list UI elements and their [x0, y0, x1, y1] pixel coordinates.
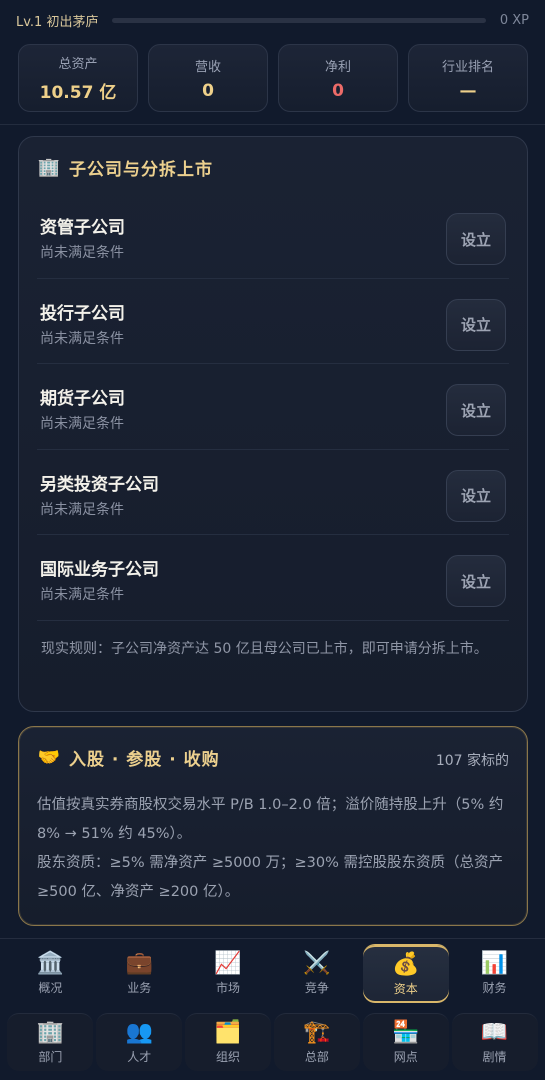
construction-icon: 🏗️	[303, 1019, 331, 1045]
xp-progress-bar	[112, 17, 486, 23]
subsidiary-status: 尚未满足条件	[40, 330, 124, 347]
valuation-text: 估值按真实券商股权交易水平 P/B 1.0–2.0 倍；溢价随持股上升（5% 约…	[37, 797, 504, 842]
subsidiary-row-international: 国际业务子公司 尚未满足条件 设立	[37, 535, 509, 621]
establish-button[interactable]: 设立	[446, 384, 506, 436]
stats-row: 总资产 10.57 亿 营收 0 净利 0 行业排名 —	[18, 44, 528, 112]
briefcase-icon: 💼	[125, 951, 153, 976]
stat-total-assets: 总资产 10.57 亿	[18, 44, 138, 112]
subsidiary-status: 尚未满足条件	[40, 587, 124, 603]
establish-button[interactable]: 设立	[446, 298, 506, 351]
nav-label: 网点	[393, 1049, 418, 1064]
people-icon: 👥	[125, 1019, 153, 1045]
stat-value: —	[459, 80, 477, 101]
building-icon: 🏢	[37, 157, 61, 178]
subsidiary-status: 尚未满足条件	[40, 245, 124, 261]
nav-label: 市场	[216, 981, 241, 995]
subsidiaries-card: 🏢 子公司与分拆上市 资管子公司 尚未满足条件 设立 投行子公司 尚未满足条件 …	[18, 136, 528, 712]
nav-tab-talent[interactable]: 👥 人才	[96, 1013, 183, 1071]
handshake-icon: 🤝	[37, 747, 61, 768]
stat-industry-rank: 行业排名 —	[408, 44, 528, 112]
stat-value: 10.57 亿	[39, 83, 117, 103]
nav-tab-organization[interactable]: 🗂️ 组织	[185, 1013, 272, 1071]
stat-value: 0	[332, 80, 344, 101]
subsidiary-list: 资管子公司 尚未满足条件 设立 投行子公司 尚未满足条件 设立 期货子公司 尚未…	[19, 193, 527, 621]
nav-tab-headquarters[interactable]: 🏗️ 总部	[273, 1013, 360, 1071]
card-header: 🤝 入股 · 参股 · 收购	[37, 745, 220, 770]
nav-label: 竞争	[304, 981, 329, 995]
level-label: Lv.1 初出茅庐	[16, 14, 99, 30]
subsidiary-name: 投行子公司	[40, 303, 125, 324]
subsidiary-row-asset-mgmt: 资管子公司 尚未满足条件 设立	[37, 193, 509, 279]
nav-tab-market[interactable]: 📈 市场	[185, 945, 271, 1003]
spin-off-rule-text: 现实规则：子公司净资产达 50 亿且母公司已上市，即可申请分拆上市。	[41, 641, 488, 657]
nav-label: 总部	[304, 1049, 329, 1064]
nav-tab-story[interactable]: 📖 剧情	[451, 1013, 538, 1071]
nav-label: 概况	[38, 981, 63, 995]
equity-description: 估值按真实券商股权交易水平 P/B 1.0–2.0 倍；溢价随持股上升（5% 约…	[37, 791, 513, 907]
nav-divider	[0, 938, 545, 939]
nav-tab-departments[interactable]: 🏢 部门	[7, 1013, 94, 1071]
nav-label: 人才	[127, 1049, 152, 1064]
subsidiary-status: 尚未满足条件	[40, 416, 124, 432]
chart-up-icon: 📈	[214, 951, 242, 976]
nav-label: 组织	[216, 1049, 241, 1064]
nav-label: 部门	[38, 1049, 63, 1064]
nav-tab-business[interactable]: 💼 业务	[96, 945, 182, 1003]
subsidiary-name: 期货子公司	[40, 389, 125, 409]
stat-value: 0	[202, 80, 214, 101]
stat-label: 营收	[194, 59, 221, 75]
header-divider	[0, 124, 545, 125]
establish-button[interactable]: 设立	[446, 213, 506, 265]
nav-label: 剧情	[482, 1049, 507, 1064]
stat-label: 总资产	[58, 57, 98, 72]
card-header: 🏢 子公司与分拆上市	[37, 155, 213, 180]
subsidiary-name: 资管子公司	[40, 218, 125, 238]
stat-label: 净利	[324, 59, 351, 75]
nav-label: 业务	[127, 981, 152, 995]
card-title: 入股 · 参股 · 收购	[69, 750, 220, 770]
nav-tab-competition[interactable]: ⚔️ 竞争	[274, 945, 360, 1003]
equity-card: 🤝 入股 · 参股 · 收购 107 家标的 估值按真实券商股权交易水平 P/B…	[18, 726, 528, 926]
bottom-nav-secondary: 🏢 部门 👥 人才 🗂️ 组织 🏗️ 总部 🏪 网点 📖 剧情	[0, 1013, 545, 1073]
subsidiary-name: 国际业务子公司	[40, 560, 159, 580]
nav-tab-overview[interactable]: 🏛️ 概况	[7, 945, 93, 1003]
book-icon: 📖	[480, 1019, 509, 1045]
store-icon: 🏪	[392, 1019, 420, 1045]
nav-tab-finance[interactable]: 📊 财务	[452, 945, 538, 1003]
subsidiary-row-investment-bank: 投行子公司 尚未满足条件 设立	[37, 279, 509, 364]
establish-button[interactable]: 设立	[446, 555, 506, 607]
level-bar: Lv.1 初出茅庐 0 XP	[0, 0, 545, 40]
card-title: 子公司与分拆上市	[69, 160, 213, 180]
subsidiary-row-alternative: 另类投资子公司 尚未满足条件 设立	[37, 450, 509, 535]
xp-value: 0 XP	[499, 12, 529, 28]
target-count: 107 家标的	[435, 753, 509, 769]
qualification-text: 股东资质：≥5% 需净资产 ≥5000 万；≥30% 需控股股东资质（总资产 ≥…	[37, 855, 504, 900]
nav-tab-capital[interactable]: 💰 资本	[362, 945, 449, 1003]
office-icon: 🏢	[36, 1019, 65, 1045]
bank-icon: 🏛️	[36, 951, 65, 976]
money-bag-icon: 💰	[392, 952, 420, 977]
bottom-nav-primary: 🏛️ 概况 💼 业务 📈 市场 ⚔️ 竞争 💰 资本 📊 财务	[0, 945, 545, 1005]
nav-label: 资本	[393, 982, 418, 996]
nav-tab-branches[interactable]: 🏪 网点	[362, 1013, 449, 1071]
bar-chart-icon: 📊	[480, 951, 509, 976]
swords-icon: ⚔️	[303, 951, 331, 976]
stat-revenue: 营收 0	[148, 44, 268, 112]
folder-icon: 🗂️	[214, 1019, 242, 1045]
subsidiary-row-futures: 期货子公司 尚未满足条件 设立	[37, 364, 509, 450]
stat-label: 行业排名	[441, 59, 494, 75]
subsidiary-name: 另类投资子公司	[40, 474, 159, 495]
nav-label: 财务	[482, 981, 507, 995]
stat-net-profit: 净利 0	[278, 44, 398, 112]
establish-button[interactable]: 设立	[446, 469, 506, 522]
subsidiary-status: 尚未满足条件	[40, 501, 124, 518]
